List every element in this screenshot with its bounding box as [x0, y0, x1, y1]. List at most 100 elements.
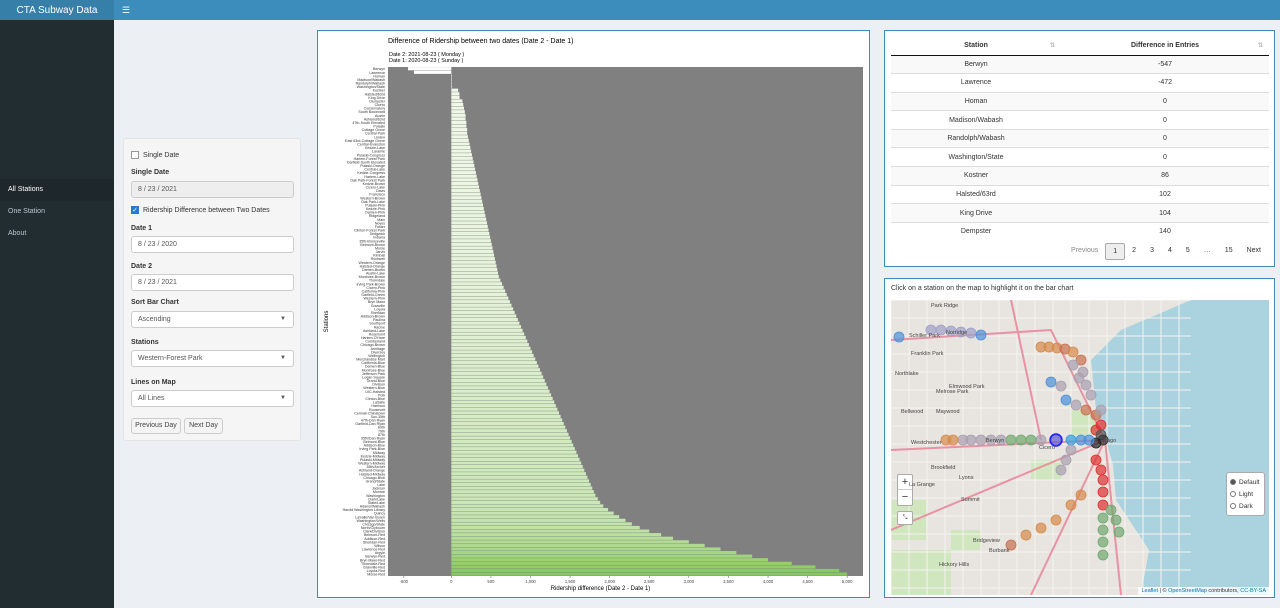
station-marker[interactable] [975, 434, 987, 446]
station-marker[interactable] [1105, 504, 1117, 516]
bar [451, 450, 577, 454]
station-marker[interactable] [1097, 512, 1109, 524]
pager-next[interactable]: Next [1240, 243, 1268, 260]
radio-icon[interactable] [1230, 503, 1236, 509]
station-marker[interactable] [1065, 434, 1077, 446]
station-marker[interactable] [957, 434, 969, 446]
column-header-station[interactable]: Station ⇅ [891, 37, 1061, 56]
sidebar-item-about[interactable]: About [0, 223, 114, 245]
station-marker[interactable] [1050, 514, 1062, 526]
table-row[interactable]: Berwyn -547 [891, 54, 1269, 74]
station-marker[interactable] [1097, 524, 1109, 536]
bar [451, 210, 485, 214]
table-row[interactable]: Lawrence -472 [891, 73, 1269, 93]
station-marker[interactable] [1085, 389, 1097, 401]
checkbox-icon[interactable] [131, 151, 139, 159]
station-marker[interactable] [975, 329, 987, 341]
table-row[interactable]: Kostner 86 [891, 166, 1269, 186]
date1-input[interactable]: 8 / 23 / 2020 [131, 236, 294, 253]
bar [451, 253, 495, 257]
table-row[interactable]: King Drive 104 [891, 203, 1269, 223]
next-day-button[interactable]: Next Day [184, 418, 223, 434]
station-marker[interactable] [1070, 399, 1082, 411]
station-marker[interactable] [1097, 474, 1109, 486]
station-marker[interactable] [1065, 444, 1077, 456]
table-row[interactable]: Homan 0 [891, 91, 1269, 111]
station-marker[interactable] [1097, 549, 1109, 561]
pager-page-15[interactable]: 15 [1218, 243, 1240, 260]
lines-select[interactable]: All Lines ▼ [131, 390, 294, 407]
date2-input[interactable]: 8 / 23 / 2021 [131, 274, 294, 291]
x-tick-label: 3,500 [723, 579, 734, 584]
station-marker[interactable] [1035, 434, 1047, 446]
station-marker[interactable] [1060, 454, 1072, 466]
table-row[interactable]: Washington/State 0 [891, 147, 1269, 167]
bar [451, 124, 467, 128]
station-marker[interactable] [1060, 394, 1072, 406]
station-marker[interactable] [1075, 434, 1087, 446]
station-marker[interactable] [1055, 464, 1067, 476]
station-marker[interactable] [1045, 376, 1057, 388]
map-canvas[interactable] [891, 300, 1269, 595]
pager-page-4[interactable]: 4 [1161, 243, 1179, 260]
pager-previous[interactable]: Previous [1064, 243, 1105, 260]
zoom-out-button[interactable]: − [898, 490, 912, 505]
bar [451, 196, 482, 200]
pager-page-5[interactable]: 5 [1179, 243, 1197, 260]
station-marker[interactable] [1015, 434, 1027, 446]
previous-day-button[interactable]: Previous Day [131, 418, 181, 434]
pager-page-2[interactable]: 2 [1125, 243, 1143, 260]
station-marker[interactable] [1097, 536, 1109, 548]
pager-page-3[interactable]: 3 [1143, 243, 1161, 260]
station-marker[interactable] [1025, 434, 1037, 446]
station-marker[interactable] [1050, 434, 1062, 446]
checkbox-checked-icon[interactable]: ✓ [131, 206, 139, 214]
station-marker[interactable] [1065, 499, 1077, 511]
station-marker[interactable] [940, 434, 952, 446]
station-marker[interactable] [1067, 359, 1079, 371]
station-marker[interactable] [1067, 346, 1079, 358]
map-place-label: Brookfield [931, 465, 956, 471]
license-link[interactable]: CC-BY-SA [1240, 588, 1266, 594]
sort-select[interactable]: Ascending ▼ [131, 311, 294, 328]
layer-default[interactable]: Default [1230, 476, 1261, 488]
station-marker[interactable] [1055, 380, 1067, 392]
osm-link[interactable]: OpenStreetMap [1168, 588, 1207, 594]
station-marker[interactable] [1095, 464, 1107, 476]
station-marker[interactable] [1095, 404, 1107, 416]
hamburger-icon[interactable]: ☰ [122, 5, 130, 16]
sidebar-item-one-station[interactable]: One Station [0, 201, 114, 223]
layer-light[interactable]: Light [1230, 488, 1261, 500]
table-row[interactable]: Halsted/63rd 102 [891, 184, 1269, 204]
radio-icon[interactable] [1230, 491, 1236, 497]
radio-selected-icon[interactable] [1230, 479, 1236, 485]
station-marker[interactable] [1075, 489, 1087, 501]
layer-dark[interactable]: Dark [1230, 500, 1261, 512]
station-marker[interactable] [1080, 404, 1092, 416]
station-marker[interactable] [1113, 526, 1125, 538]
layer-light-label: Light [1239, 490, 1254, 498]
station-map[interactable]: + − ⤡ Default Light Dark Leaflet | © Ope… [891, 300, 1269, 595]
station-marker[interactable] [1020, 529, 1032, 541]
x-tick-label: 1,000 [525, 579, 536, 584]
single-date-input[interactable]: 8 / 23 / 2021 [131, 181, 294, 198]
sidebar-item-all-stations[interactable]: All Stations [0, 179, 114, 201]
table-row[interactable]: Randolph/Wabash 0 [891, 128, 1269, 148]
station-marker[interactable] [893, 331, 905, 343]
table-row[interactable]: Dempster 140 [891, 221, 1269, 241]
diff-checkbox[interactable]: ✓ Ridership Difference between Two Dates [131, 206, 270, 214]
pager-page-1[interactable]: 1 [1105, 243, 1126, 260]
station-marker[interactable] [1090, 454, 1102, 466]
column-header-difference[interactable]: Difference in Entries ⇅ [1061, 37, 1269, 56]
single-date-checkbox[interactable]: Single Date [131, 151, 179, 159]
station-marker[interactable] [1110, 514, 1122, 526]
station-marker[interactable] [965, 327, 977, 339]
station-marker[interactable] [1035, 522, 1047, 534]
station-marker[interactable] [1097, 486, 1109, 498]
station-marker[interactable] [1005, 434, 1017, 446]
stations-select[interactable]: Western-Forest Park ▼ [131, 350, 294, 367]
table-row[interactable]: Madison/Wabash 0 [891, 110, 1269, 130]
fullscreen-icon[interactable]: ⤡ [897, 511, 913, 525]
station-marker[interactable] [1073, 372, 1085, 384]
leaflet-link[interactable]: Leaflet [1141, 588, 1158, 594]
